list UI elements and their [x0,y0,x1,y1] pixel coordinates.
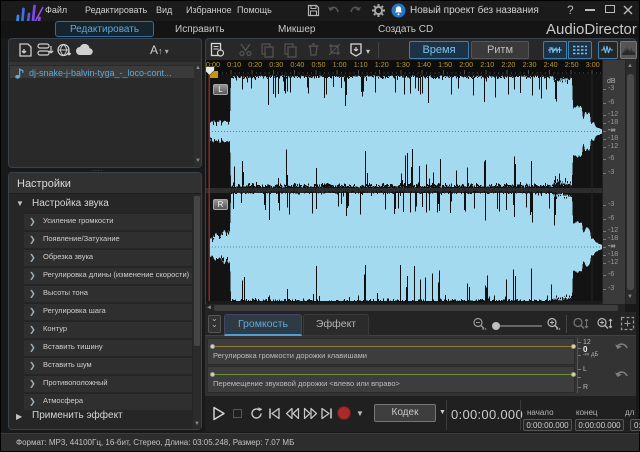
svg-text:0:50: 0:50 [312,60,326,69]
svg-text:1:10: 1:10 [354,60,368,69]
svg-text:1:50: 1:50 [438,60,452,69]
svg-text:0:10: 0:10 [227,60,241,69]
svg-text:1:20: 1:20 [375,60,389,69]
svg-text:2:10: 2:10 [480,60,494,69]
svg-text:1:30: 1:30 [396,60,410,69]
svg-text:0:40: 0:40 [290,60,304,69]
svg-text:2:50: 2:50 [565,60,579,69]
svg-text:2:20: 2:20 [501,60,515,69]
svg-text:0:30: 0:30 [269,60,283,69]
svg-text:1:40: 1:40 [417,60,431,69]
svg-text:2:00: 2:00 [459,60,473,69]
svg-text:2:40: 2:40 [544,60,558,69]
svg-text:2:30: 2:30 [523,60,537,69]
svg-text:1:00: 1:00 [333,60,347,69]
svg-text:3:00: 3:00 [586,60,600,69]
svg-text:0:20: 0:20 [248,60,262,69]
